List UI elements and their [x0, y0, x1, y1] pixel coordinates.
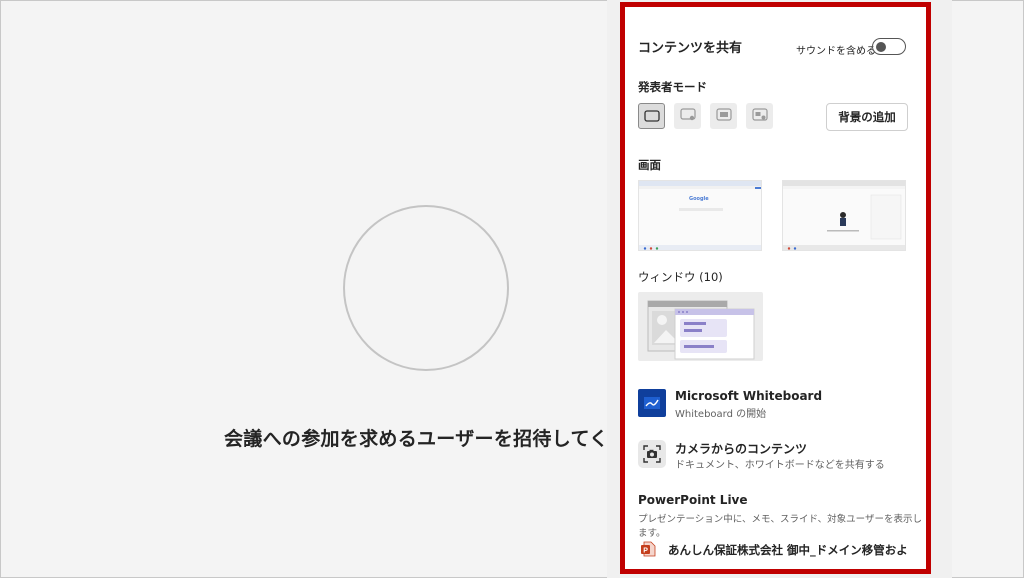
standout-off-icon [643, 107, 660, 126]
screen-heading: 画面 [638, 158, 661, 172]
add-background-button[interactable]: 背景の追加 [826, 103, 908, 131]
powerpoint-live-description: プレゼンテーション中に、メモ、スライド、対象ユーザーを表示します。 [638, 514, 922, 539]
whiteboard-icon[interactable] [638, 389, 666, 417]
avatar-placeholder [343, 205, 509, 371]
reporter-icon [751, 107, 768, 126]
powerpoint-live-heading: PowerPoint Live [638, 493, 748, 507]
presenter-mode-side-by-side-button[interactable] [710, 103, 737, 129]
screen-thumbnail-1[interactable]: Google [638, 180, 762, 251]
windows-heading: ウィンドウ (10) [638, 270, 723, 284]
camera-content-title[interactable]: カメラからのコンテンツ [675, 440, 807, 457]
share-content-panel: コンテンツを共有 サウンドを含める 発表者モード 背景の追加 画面 Google… [620, 2, 931, 574]
side-by-side-icon [715, 107, 732, 126]
whiteboard-title[interactable]: Microsoft Whiteboard [675, 389, 822, 403]
presenter-mode-standout-button[interactable] [674, 103, 701, 129]
presenter-mode-content-only-button[interactable] [638, 103, 665, 129]
powerpoint-file-item[interactable]: あんしん保証株式会社 御中_ドメイン移管およ... [668, 542, 908, 558]
presenter-mode-heading: 発表者モード [638, 80, 707, 94]
presenter-mode-reporter-button[interactable] [746, 103, 773, 129]
camera-content-subtitle: ドキュメント、ホワイトボードなどを共有する [675, 460, 885, 471]
camera-icon[interactable] [638, 440, 666, 468]
include-sound-label: サウンドを含める [796, 46, 876, 57]
whiteboard-subtitle: Whiteboard の開始 [675, 409, 767, 420]
toggle-knob [876, 41, 886, 52]
screen-thumbnail-2[interactable] [782, 180, 906, 251]
powerpoint-file-icon: P [641, 541, 656, 557]
invite-prompt-text: 会議への参加を求めるユーザーを招待してください [224, 428, 622, 450]
include-sound-toggle[interactable] [872, 38, 906, 55]
window-thumbnail[interactable] [638, 292, 763, 361]
svg-text:P: P [643, 547, 648, 554]
standout-icon [679, 107, 696, 126]
panel-title: コンテンツを共有 [638, 41, 743, 56]
google-logo-text: Google [689, 196, 709, 202]
